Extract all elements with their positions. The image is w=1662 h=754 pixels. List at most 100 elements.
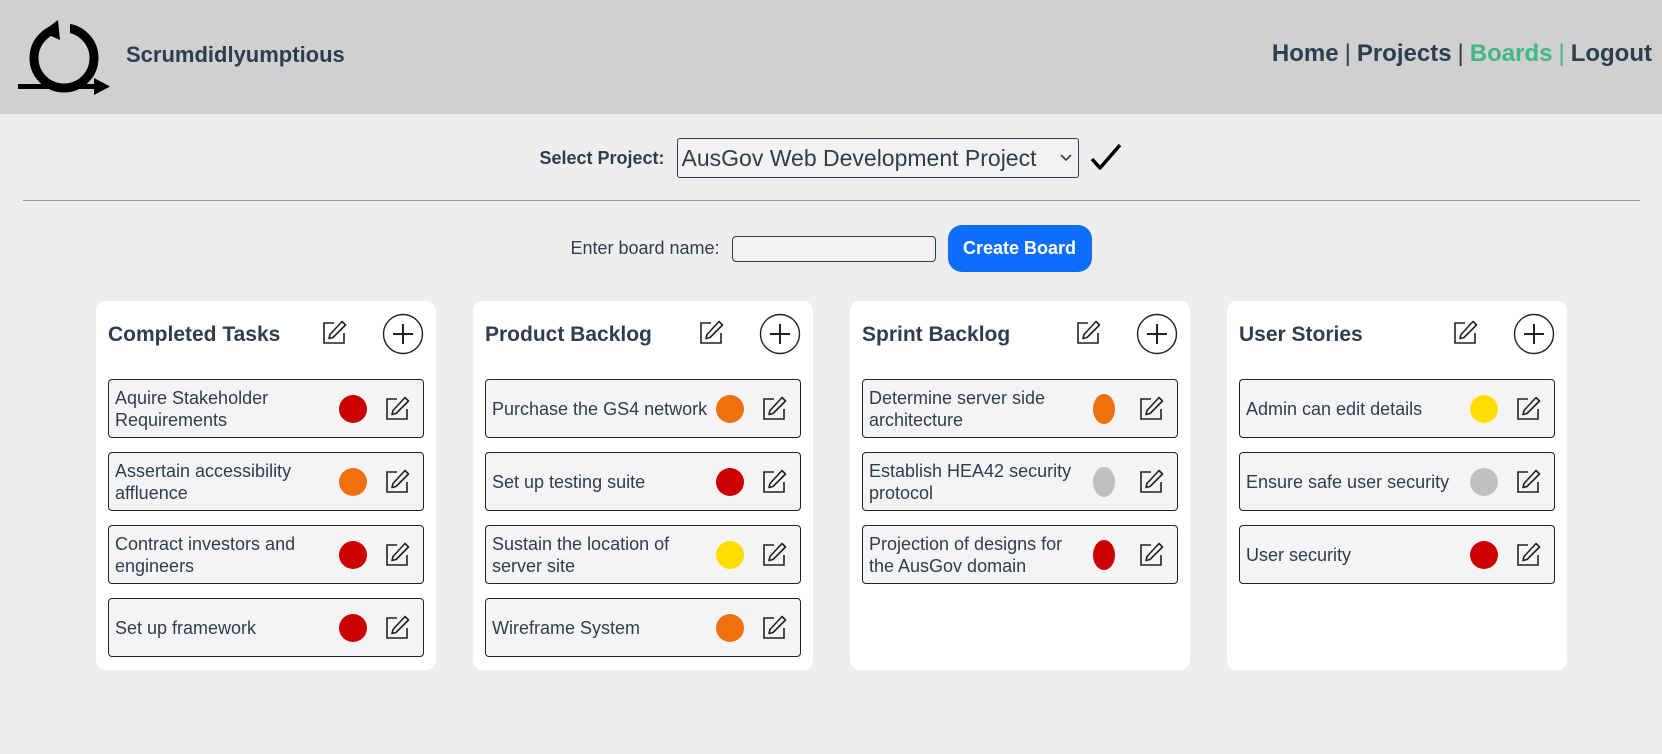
task-card[interactable]: Determine server side architecture [862, 379, 1178, 438]
task-card[interactable]: Admin can edit details [1239, 379, 1555, 438]
task-name: Contract investors and engineers [115, 533, 296, 576]
board-title: Completed Tasks [108, 323, 281, 346]
header-bar: Scrumdidlyumptious Home | Projects | Boards |… [0, 0, 1662, 114]
select-project-label: Select Project: [539, 147, 665, 168]
task-name: Wireframe System [492, 617, 641, 638]
board-header: User Stories [1239, 313, 1555, 355]
edit-board-icon[interactable] [697, 319, 727, 349]
priority-indicator [1470, 394, 1498, 423]
edit-board-icon[interactable] [1074, 319, 1104, 349]
task-card[interactable]: Set up framework [108, 598, 424, 657]
app-name: Scrumdidlyumptious [126, 42, 345, 67]
edit-task-icon[interactable] [1514, 468, 1542, 496]
task-name: Purchase the GS4 network [492, 398, 708, 419]
edit-task-icon[interactable] [1514, 395, 1542, 423]
edit-task-icon[interactable] [760, 395, 788, 423]
task-list: Aquire Stakeholder Requirements Assertain… [108, 379, 424, 671]
task-card[interactable]: Ensure safe user security [1239, 452, 1555, 511]
task-name: Sustain the location of server site [492, 533, 670, 576]
divider [23, 200, 1640, 201]
task-list: Determine server side architecture Establ… [862, 379, 1178, 598]
priority-indicator [1093, 393, 1115, 424]
edit-task-icon[interactable] [1137, 541, 1165, 569]
add-task-icon[interactable] [1136, 313, 1178, 355]
task-name: Set up framework [115, 617, 257, 638]
task-name: Aquire Stakeholder Requirements [115, 387, 269, 430]
cycle-logo-icon[interactable] [16, 18, 112, 96]
project-select-dropdown[interactable]: AusGov Web Development Project [676, 138, 1079, 178]
edit-task-icon[interactable] [383, 468, 411, 496]
task-name: User security [1246, 544, 1352, 565]
task-name: Projection of designs for the AusGov dom… [869, 533, 1063, 576]
priority-indicator [1470, 540, 1498, 569]
create-board-button[interactable]: Create Board [947, 225, 1092, 272]
task-card[interactable]: Establish HEA42 security protocol [862, 452, 1178, 511]
board-column: Completed Tasks Aquire Stakeholder Requir… [96, 301, 436, 670]
board-header: Sprint Backlog [862, 313, 1178, 355]
nav-projects-link[interactable]: Projects [1357, 40, 1452, 67]
nav-separator: | [1457, 40, 1464, 67]
edit-task-icon[interactable] [1514, 541, 1542, 569]
nav-logout-link[interactable]: Logout [1571, 40, 1652, 67]
project-select-row: Select Project: AusGov Web Development P… [0, 138, 1662, 178]
task-card[interactable]: Projection of designs for the AusGov dom… [862, 525, 1178, 584]
priority-indicator [716, 540, 744, 569]
nav-boards-link[interactable]: Boards [1470, 40, 1553, 67]
checkmark-icon[interactable] [1089, 141, 1123, 175]
priority-indicator [716, 394, 744, 423]
board-header: Product Backlog [485, 313, 801, 355]
edit-board-icon[interactable] [1451, 319, 1481, 349]
task-card[interactable]: Contract investors and engineers [108, 525, 424, 584]
priority-indicator [1093, 466, 1115, 497]
task-name: Ensure safe user security [1246, 471, 1450, 492]
nav-home-link[interactable]: Home [1272, 40, 1339, 67]
task-name: Determine server side architecture [869, 387, 1046, 430]
board-title: Sprint Backlog [862, 323, 1011, 346]
edit-task-icon[interactable] [760, 541, 788, 569]
board-title: Product Backlog [485, 323, 652, 346]
task-name: Set up testing suite [492, 471, 646, 492]
nav-separator: | [1344, 40, 1351, 67]
main-nav: Home | Projects | Boards | Logout [1272, 40, 1652, 68]
task-card[interactable]: Assertain accessibility affluence [108, 452, 424, 511]
task-list: Admin can edit details Ensure safe user s… [1239, 379, 1555, 598]
task-card[interactable]: Wireframe System [485, 598, 801, 657]
boards-container: Completed Tasks Aquire Stakeholder Requir… [96, 301, 1567, 670]
task-name: Admin can edit details [1246, 398, 1423, 419]
chevron-down-icon [1059, 154, 1072, 162]
priority-indicator [339, 540, 367, 569]
project-select-value: AusGov Web Development Project [681, 144, 1037, 171]
priority-indicator [339, 394, 367, 423]
edit-task-icon[interactable] [760, 614, 788, 642]
create-board-row: Enter board name: Create Board [0, 225, 1662, 272]
add-task-icon[interactable] [382, 313, 424, 355]
board-header: Completed Tasks [108, 313, 424, 355]
board-column: User Stories Admin can edit details Ensure… [1227, 301, 1567, 670]
task-card[interactable]: User security [1239, 525, 1555, 584]
edit-board-icon[interactable] [320, 319, 350, 349]
nav-separator: | [1558, 40, 1565, 67]
priority-indicator [716, 467, 744, 496]
task-name: Assertain accessibility affluence [115, 460, 292, 503]
priority-indicator [339, 467, 367, 496]
edit-task-icon[interactable] [383, 614, 411, 642]
edit-task-icon[interactable] [1137, 468, 1165, 496]
priority-indicator [339, 613, 367, 642]
edit-task-icon[interactable] [383, 395, 411, 423]
task-card[interactable]: Purchase the GS4 network [485, 379, 801, 438]
add-task-icon[interactable] [1513, 313, 1555, 355]
priority-indicator [1470, 467, 1498, 496]
add-task-icon[interactable] [759, 313, 801, 355]
board-title: User Stories [1239, 323, 1363, 346]
task-card[interactable]: Set up testing suite [485, 452, 801, 511]
board-name-label: Enter board name: [570, 238, 720, 258]
board-column: Product Backlog Purchase the GS4 network S… [473, 301, 813, 670]
priority-indicator [1093, 539, 1115, 570]
board-name-input[interactable] [731, 235, 936, 262]
task-card[interactable]: Aquire Stakeholder Requirements [108, 379, 424, 438]
edit-task-icon[interactable] [383, 541, 411, 569]
task-card[interactable]: Sustain the location of server site [485, 525, 801, 584]
edit-task-icon[interactable] [760, 468, 788, 496]
task-list: Purchase the GS4 network Set up testing s… [485, 379, 801, 671]
edit-task-icon[interactable] [1137, 395, 1165, 423]
